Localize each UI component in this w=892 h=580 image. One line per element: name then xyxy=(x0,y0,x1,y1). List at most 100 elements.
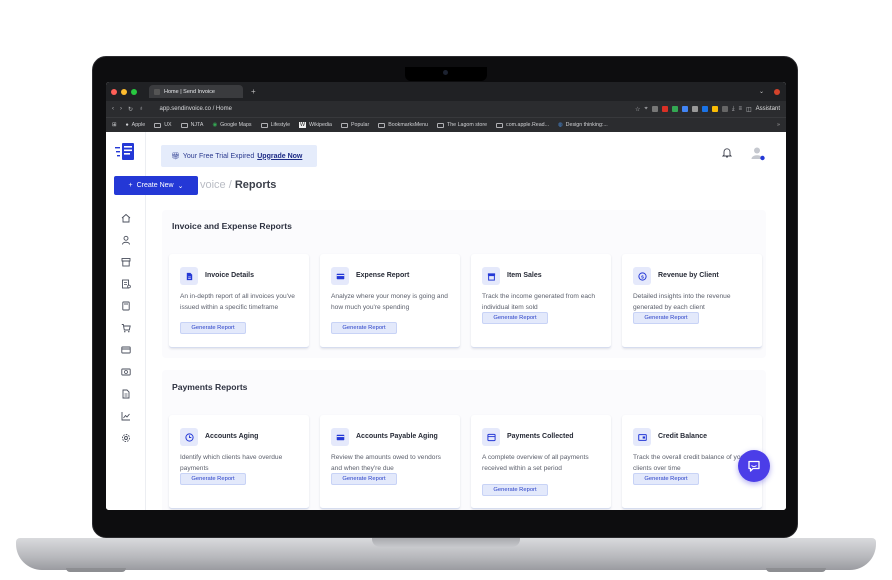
breadcrumb-separator: / xyxy=(225,179,235,191)
bookmark-item[interactable]: ◍ Design thinking:... xyxy=(558,122,608,128)
forward-arrow-icon[interactable]: › xyxy=(120,106,122,112)
bell-icon[interactable] xyxy=(722,147,732,158)
notes-extension-icon[interactable] xyxy=(711,106,718,112)
bookmark-label: Google Maps xyxy=(220,122,252,128)
chat-button[interactable] xyxy=(738,450,770,482)
report-card-expense-report[interactable]: Expense Report Analyze where your money … xyxy=(320,254,460,348)
box-icon xyxy=(121,258,131,267)
bookmark-item[interactable]: NJTA xyxy=(180,122,203,128)
upgrade-now-link[interactable]: Upgrade Now xyxy=(257,153,302,160)
bookmark-item[interactable]: ◉ Google Maps xyxy=(212,122,251,128)
card-description: Detailed insights into the revenue gener… xyxy=(633,293,731,311)
bookmark-item[interactable]: ● Apple xyxy=(125,122,145,128)
section-title: Invoice and Expense Reports xyxy=(172,221,292,231)
bookmark-item[interactable]: UX xyxy=(154,122,172,128)
generate-report-button[interactable]: Generate Report xyxy=(482,484,548,496)
cash-icon xyxy=(121,368,131,376)
bookmark-label: Wikipedia xyxy=(309,122,332,128)
menu-lines-icon[interactable]: ≡ xyxy=(738,106,742,112)
extensions-bar: ☆ ⌖ ⤓ ≡ ◫ Assistant xyxy=(635,106,780,113)
trial-banner: 🎁︎ Your Free Trial Expired Upgrade Now xyxy=(161,145,317,167)
nav-payments[interactable] xyxy=(118,365,134,379)
nav-home[interactable] xyxy=(118,211,134,225)
new-tab-button[interactable]: + xyxy=(251,87,256,96)
bookmark-item[interactable]: BookmarksMenu xyxy=(378,122,428,128)
card-icon xyxy=(331,428,349,446)
laptop-base-groove xyxy=(372,538,520,547)
card-description: Review the amounts owed to vendors and w… xyxy=(331,454,441,472)
create-new-button[interactable]: + Create New ⌄ xyxy=(114,176,198,195)
generate-report-button[interactable]: Generate Report xyxy=(331,322,397,334)
generate-report-button[interactable]: Generate Report xyxy=(180,322,246,334)
avatar[interactable] xyxy=(751,146,767,162)
report-card-payments-collected[interactable]: Payments Collected A complete overview o… xyxy=(471,415,611,509)
generate-report-button[interactable]: Generate Report xyxy=(331,473,397,485)
nav-settings[interactable] xyxy=(118,431,134,445)
laptop-foot-left xyxy=(66,568,126,572)
back-arrow-icon[interactable]: ‹ xyxy=(112,106,114,112)
generate-report-button[interactable]: Generate Report xyxy=(633,473,699,485)
font-extension-icon[interactable] xyxy=(691,106,698,112)
nav-estimates[interactable] xyxy=(118,299,134,313)
download-icon[interactable]: ⤓ xyxy=(732,106,735,113)
nav-orders[interactable] xyxy=(118,321,134,335)
browser-tab-bar: Home | Send Invoice + ⌄ xyxy=(106,82,786,101)
generate-report-button[interactable]: Generate Report xyxy=(180,473,246,485)
bookmark-item[interactable]: com.apple.Read... xyxy=(496,122,549,128)
bookmark-label: BookmarksMenu xyxy=(388,122,428,128)
nav-items[interactable] xyxy=(118,255,134,269)
assistant-button[interactable]: Assistant xyxy=(756,106,780,112)
invoice-expense-reports-section: Invoice and Expense Reports Invoice Deta… xyxy=(162,210,766,358)
svg-text:$: $ xyxy=(641,274,644,280)
more-bookmarks-button[interactable]: » xyxy=(777,122,780,128)
report-card-accounts-aging[interactable]: Accounts Aging Identify which clients ha… xyxy=(169,415,309,509)
minimize-window-icon[interactable] xyxy=(121,88,127,95)
maximize-window-icon[interactable] xyxy=(131,88,137,95)
report-card-item-sales[interactable]: Item Sales Track the income generated fr… xyxy=(471,254,611,348)
nav-clients[interactable] xyxy=(118,233,134,247)
home-icon xyxy=(121,213,131,223)
wallet-icon xyxy=(482,428,500,446)
nav-documents[interactable] xyxy=(118,387,134,401)
microphone-icon[interactable]: ♁ xyxy=(139,106,144,112)
bookmark-item[interactable]: Popular xyxy=(340,122,369,128)
bookmark-item[interactable]: The Lagom store xyxy=(437,122,487,128)
puzzle-extension-icon[interactable] xyxy=(721,106,728,112)
address-input[interactable]: app.sendinvoice.co / Home xyxy=(160,106,232,112)
reload-icon[interactable]: ↻ xyxy=(128,106,133,113)
tab-list-chevron-icon[interactable]: ⌄ xyxy=(759,88,764,95)
bookmark-item[interactable]: W Wikipedia xyxy=(299,122,332,128)
nav-expenses[interactable] xyxy=(118,343,134,357)
browser-tab-active[interactable]: Home | Send Invoice xyxy=(149,85,243,98)
gift-icon: 🎁︎ xyxy=(171,153,180,160)
camera-icon xyxy=(443,70,448,75)
credit-icon xyxy=(633,428,651,446)
translate-extension-icon[interactable] xyxy=(681,106,688,112)
bookmark-label: Apple xyxy=(131,122,146,128)
apps-grid-icon[interactable]: ⊞ xyxy=(112,122,116,128)
bookmark-item[interactable]: Lifestyle xyxy=(260,122,290,128)
report-card-revenue-by-client[interactable]: $ Revenue by Client Detailed insights in… xyxy=(622,254,762,348)
credit-card-icon xyxy=(121,346,131,354)
bookmark-star-icon[interactable]: ☆ xyxy=(635,106,640,113)
share-icon[interactable]: ⌖ xyxy=(644,106,647,113)
app-logo-icon[interactable] xyxy=(115,142,137,162)
report-card-accounts-payable-aging[interactable]: Accounts Payable Aging Review the amount… xyxy=(320,415,460,509)
card-description: Identify which clients have overdue paym… xyxy=(180,454,283,472)
grammar-extension-icon[interactable] xyxy=(671,106,678,112)
create-new-label: Create New xyxy=(136,182,174,189)
generate-report-button[interactable]: Generate Report xyxy=(633,312,699,324)
report-card-invoice-details[interactable]: Invoice Details An in-depth report of al… xyxy=(169,254,309,348)
chat-bubble-icon xyxy=(748,460,760,472)
user-icon xyxy=(122,235,130,245)
extension-icon[interactable] xyxy=(651,106,658,112)
breadcrumb-parent[interactable]: voice xyxy=(200,179,226,191)
stylus-extension-icon[interactable] xyxy=(701,106,708,112)
nav-invoices[interactable] xyxy=(118,277,134,291)
generate-report-button[interactable]: Generate Report xyxy=(482,312,548,324)
nav-reports[interactable] xyxy=(118,409,134,423)
pdf-extension-icon[interactable] xyxy=(661,106,668,112)
browser-tab-title: Home | Send Invoice xyxy=(164,88,215,95)
close-window-icon[interactable] xyxy=(111,88,117,95)
sidebar-toggle-icon[interactable]: ◫ xyxy=(746,106,752,113)
